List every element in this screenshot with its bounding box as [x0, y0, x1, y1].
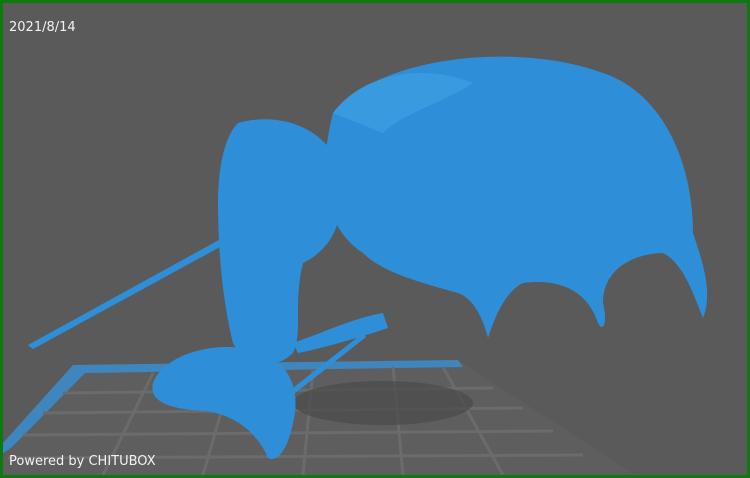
- 3d-preview-viewport[interactable]: 2021/8/14 Powered by CHITUBOX: [0, 0, 750, 478]
- powered-by-label: Powered by CHITUBOX: [9, 454, 156, 469]
- model-shadow: [293, 381, 473, 425]
- date-label: 2021/8/14: [9, 20, 76, 35]
- scene-canvas[interactable]: [3, 3, 747, 475]
